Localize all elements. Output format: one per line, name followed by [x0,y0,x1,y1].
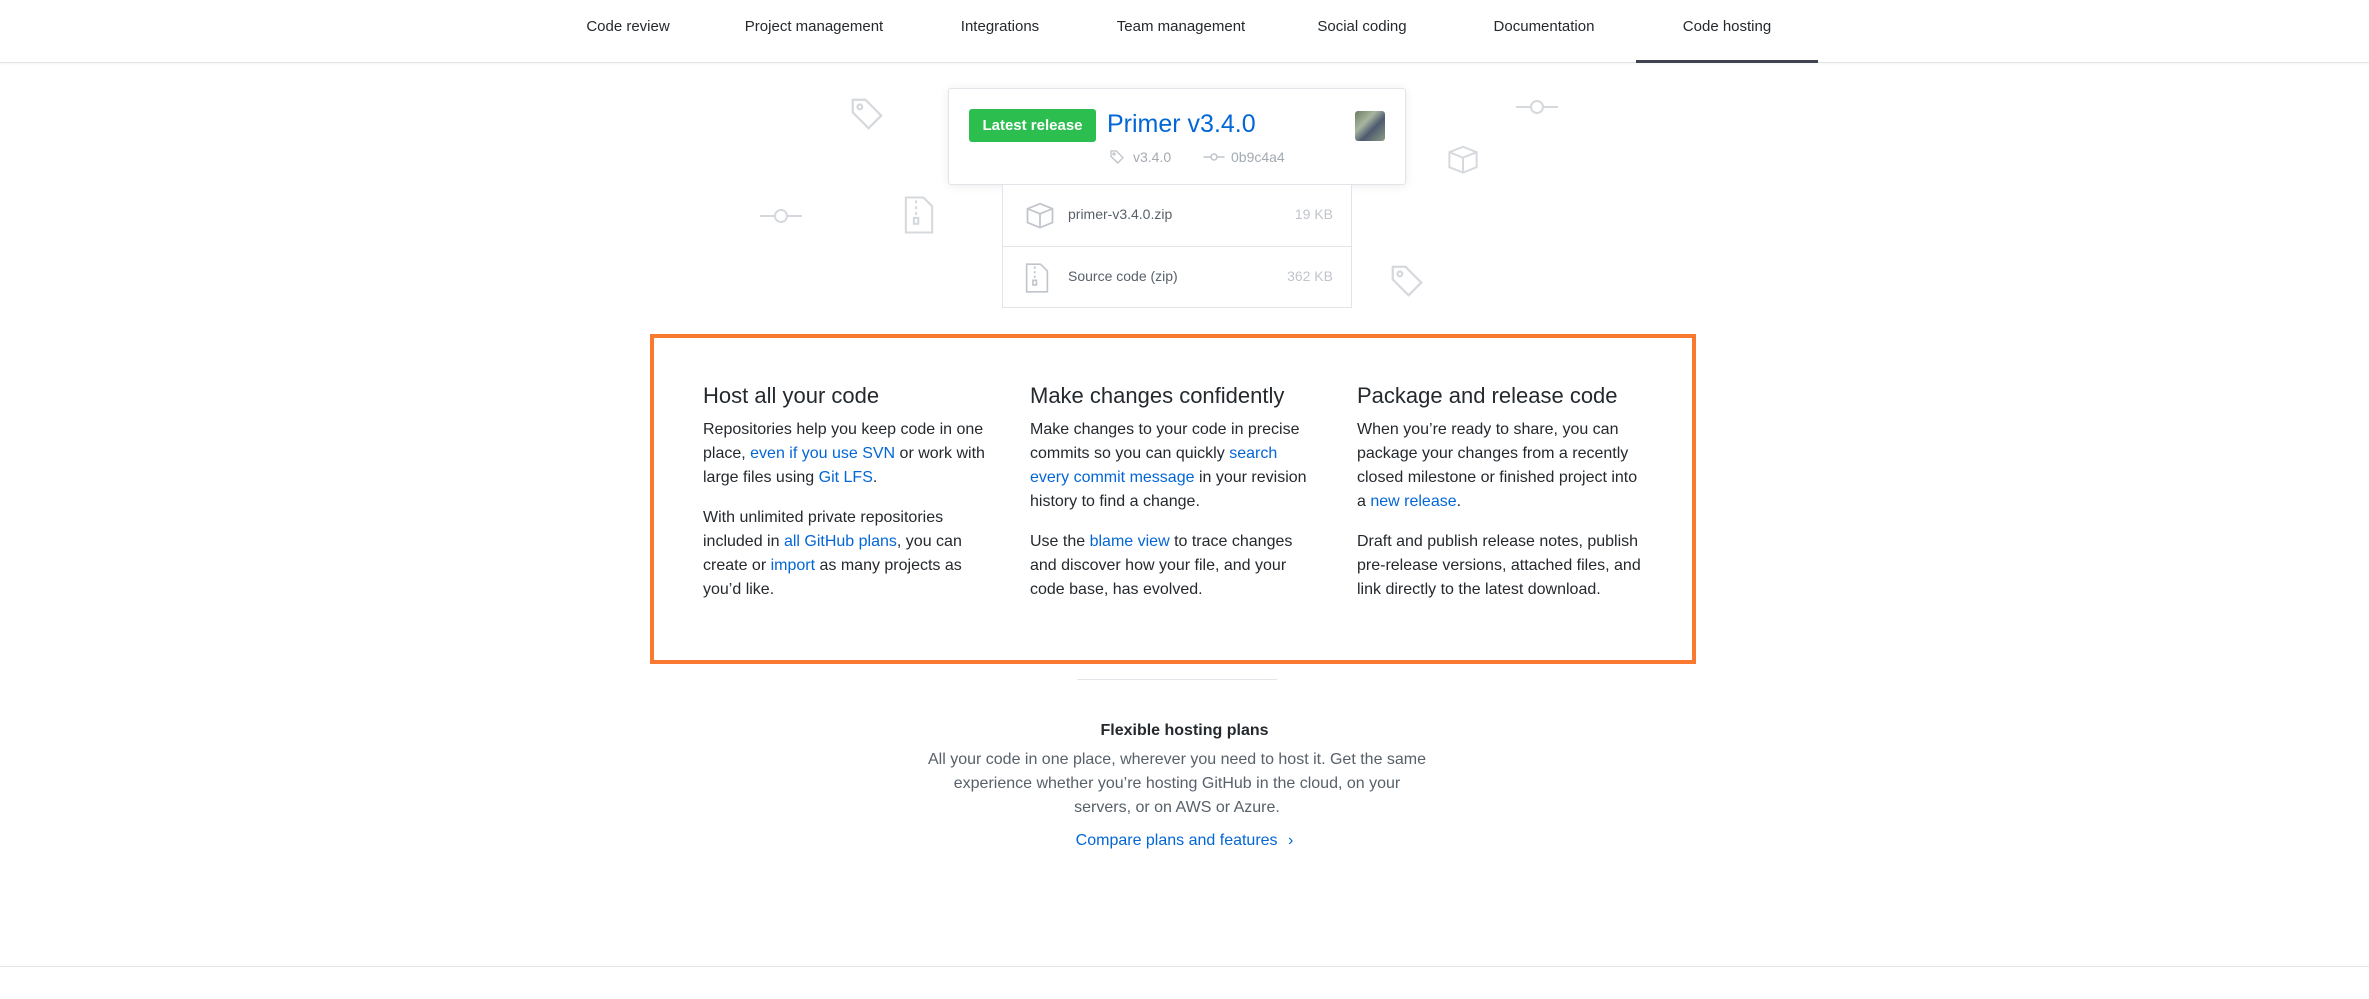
compare-plans-link[interactable]: Compare plans and features › [0,832,2369,850]
release-commit: 0b9c4a4 [1203,147,1285,167]
commit-icon [1203,153,1225,161]
feature-column-host: Host all your code Repositories help you… [703,382,988,618]
chevron-right-icon: › [1288,832,1294,849]
feature-title: Package and release code [1357,383,1618,408]
feature-paragraph: Make changes to your code in precise com… [1030,421,1307,510]
commit-icon [760,204,802,233]
file-name: primer-v3.4.0.zip [1068,206,1173,222]
file-zip-icon [904,196,934,239]
release-file-list: primer-v3.4.0.zip 19 KB Source code (zip… [1002,185,1352,308]
feature-highlight-box: Host all your code Repositories help you… [650,334,1696,664]
avatar[interactable] [1355,111,1385,141]
nav-tab-code-review[interactable]: Code review [568,0,688,63]
feature-column-release: Package and release code When you’re rea… [1357,382,1642,618]
nav-tab-integrations[interactable]: Integrations [945,0,1055,63]
tag-icon [1388,262,1426,305]
plans-heading: Flexible hosting plans [1100,722,1269,739]
feature-column-changes: Make changes confidently Make changes to… [1030,382,1315,618]
top-navigation: Code review Project management Integrati… [0,0,2369,63]
section-divider [1077,679,1277,680]
nav-tab-code-hosting[interactable]: Code hosting [1636,0,1818,63]
release-tag-label: v3.4.0 [1133,149,1172,165]
feature-paragraph: With unlimited private repositories incl… [703,509,962,598]
feature-paragraph: When you’re ready to share, you can pack… [1357,421,1638,510]
commit-icon [1516,95,1558,124]
feature-paragraph: Use the blame view to trace changes and … [1030,533,1293,598]
file-row[interactable]: Source code (zip) 362 KB [1003,246,1351,307]
feature-paragraph: Draft and publish release notes, publish… [1357,533,1641,598]
nav-tab-project-management[interactable]: Project management [733,0,895,63]
github-plans-link[interactable]: all GitHub plans [784,533,897,550]
tag-icon [1110,150,1124,164]
nav-tab-team-management[interactable]: Team management [1104,0,1258,63]
latest-release-card: Latest release Primer v3.4.0 v3.4.0 0b9c… [948,88,1406,185]
package-icon [1446,144,1480,179]
file-row[interactable]: primer-v3.4.0.zip 19 KB [1003,185,1351,246]
nav-tab-documentation[interactable]: Documentation [1486,0,1602,63]
file-zip-icon [1025,263,1049,298]
release-title-link[interactable]: Primer v3.4.0 [1107,109,1256,139]
file-size: 19 KB [1294,206,1333,222]
svn-link[interactable]: even if you use SVN [750,445,895,462]
release-commit-sha: 0b9c4a4 [1231,149,1285,165]
blame-view-link[interactable]: blame view [1090,533,1170,550]
feature-title: Make changes confidently [1030,383,1285,408]
nav-tab-social-coding[interactable]: Social coding [1302,0,1422,63]
compare-plans-label[interactable]: Compare plans and features [1076,832,1278,849]
tag-icon [848,95,886,138]
git-lfs-link[interactable]: Git LFS [819,469,873,486]
feature-paragraph: Repositories help you keep code in one p… [703,421,985,486]
footer-divider [0,966,2369,967]
package-icon [1025,201,1055,234]
new-release-link[interactable]: new release [1370,493,1456,510]
import-link[interactable]: import [771,557,815,574]
feature-title: Host all your code [703,383,880,408]
file-size: 362 KB [1287,268,1333,284]
latest-release-badge: Latest release [969,109,1096,142]
plans-description: All your code in one place, wherever you… [927,751,1427,816]
release-tag: v3.4.0 [1109,147,1171,167]
file-name: Source code (zip) [1068,268,1178,284]
